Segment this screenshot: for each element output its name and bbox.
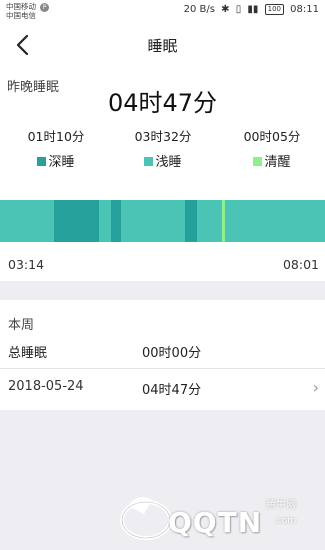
- timeline-segment-deep: [54, 200, 99, 242]
- deep-sleep-label: 深睡: [48, 155, 75, 170]
- qqtn-logo-icon: [120, 497, 172, 540]
- week-section: 本周 总睡眠 00时00分 2018-05-24 04时47分 ›: [0, 300, 325, 410]
- day-sleep-value: 04时47分: [142, 383, 202, 398]
- sleep-start-time: 03:14: [8, 257, 45, 272]
- battery-icon: 100: [264, 4, 284, 15]
- timeline-segment-light: [98, 200, 111, 242]
- status-indicators: 20 B/s ✱ ▯ ▮▮ 100 08:11: [181, 4, 319, 15]
- awake-legend: 清醒: [222, 151, 322, 170]
- day-row[interactable]: 2018-05-24 04时47分 ›: [0, 369, 325, 409]
- clock: 08:11: [290, 4, 319, 15]
- top-bar: 睡眠: [0, 22, 325, 68]
- light-sleep-legend: 浅睡: [113, 151, 213, 170]
- deep-sleep-legend: 深睡: [6, 151, 106, 170]
- timeline-segment-light: [121, 200, 185, 242]
- timeline-segment-light: [0, 200, 55, 242]
- status-bar: 中国移动 中国电信 P 20 B/s ✱ ▯ ▮▮ 100 08:11: [0, 0, 325, 22]
- timeline-segment-deep: [110, 200, 122, 242]
- light-sleep-label: 浅睡: [155, 155, 182, 170]
- day-date: 2018-05-24: [8, 379, 84, 394]
- signal-icon: ▮▮: [247, 4, 259, 15]
- watermark-brand: 腾牛网: [266, 500, 296, 511]
- light-sleep-stat: 03时32分 浅睡: [113, 126, 213, 170]
- chevron-right-icon: ›: [312, 378, 319, 397]
- vibrate-icon: ▯: [235, 4, 242, 15]
- light-sleep-value: 03时32分: [134, 129, 192, 144]
- week-total-value: 00时00分: [142, 346, 202, 361]
- qqtn-watermark: QQTN 腾牛网 .com: [118, 492, 318, 546]
- deep-sleep-swatch: [37, 157, 47, 166]
- carrier-info: 中国移动 中国电信: [6, 2, 36, 20]
- week-label: 本周: [8, 318, 35, 333]
- awake-swatch: [253, 157, 263, 166]
- sleep-stage-timeline: [0, 200, 325, 242]
- timeline-segment-light: [225, 200, 325, 242]
- awake-label: 清醒: [264, 155, 291, 170]
- carrier-1: 中国移动: [6, 2, 36, 11]
- watermark-text: QQTN: [168, 506, 263, 539]
- awake-stat: 00时05分 清醒: [222, 126, 322, 170]
- carrier-2: 中国电信: [6, 11, 36, 20]
- light-sleep-swatch: [144, 157, 154, 166]
- awake-value: 00时05分: [243, 129, 301, 144]
- week-total-label: 总睡眠: [8, 346, 48, 361]
- network-speed: 20 B/s: [183, 4, 215, 15]
- sleep-end-time: 08:01: [282, 257, 319, 272]
- timeline-segment-light: [197, 200, 222, 242]
- total-sleep-duration: 04时47分: [107, 89, 218, 117]
- sleep-summary-card: 昨晚睡眠 04时47分 01时10分 深睡 03时32分 浅睡 00时05分 清…: [0, 68, 325, 281]
- parking-badge-icon: P: [40, 3, 49, 12]
- bluetooth-icon: ✱: [221, 4, 230, 15]
- timeline-segment-deep: [184, 200, 198, 242]
- deep-sleep-value: 01时10分: [27, 129, 85, 144]
- page-title: 睡眠: [147, 37, 178, 55]
- deep-sleep-stat: 01时10分 深睡: [6, 126, 106, 170]
- watermark-domain: .com: [274, 516, 297, 526]
